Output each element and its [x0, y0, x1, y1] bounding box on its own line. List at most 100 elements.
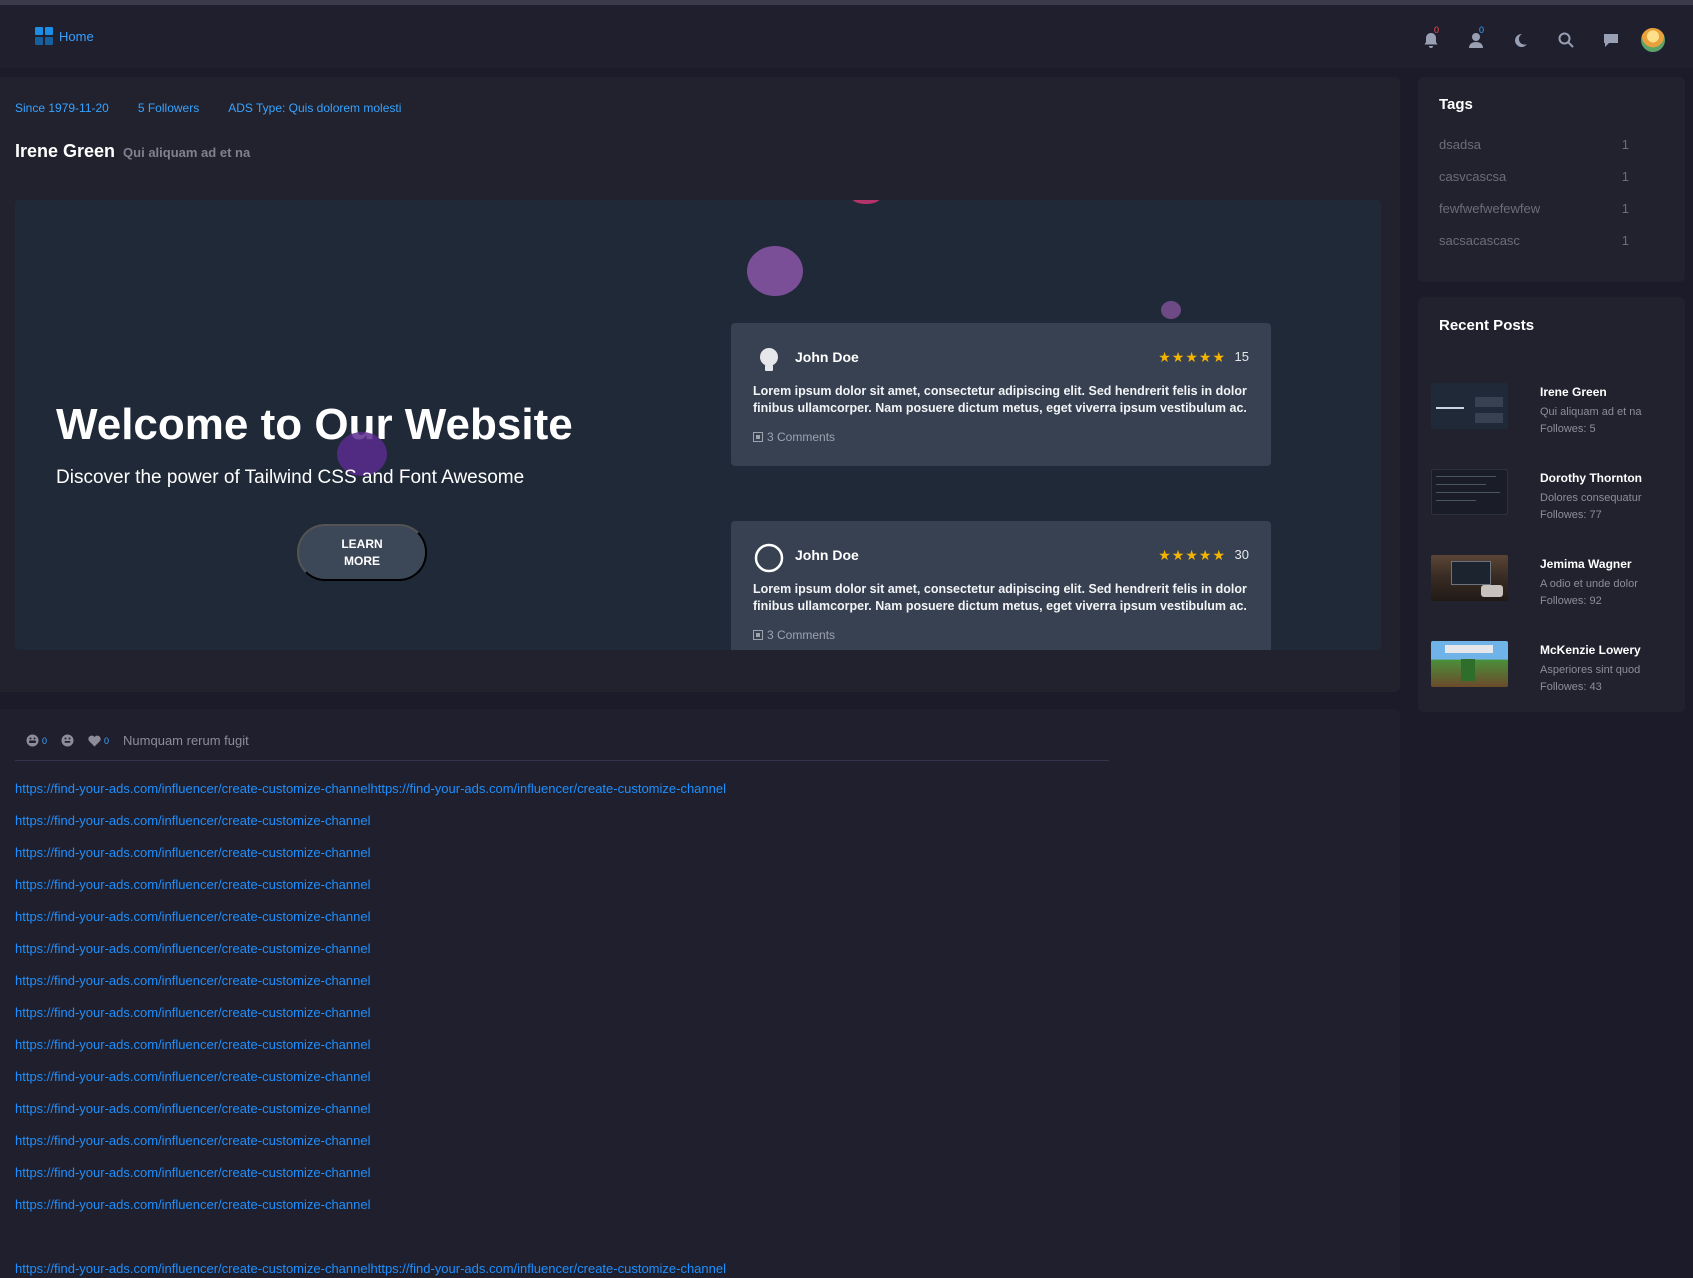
heart-count: 0	[104, 735, 110, 746]
tag-item[interactable]: fewfwefwefewfew 1	[1439, 201, 1629, 216]
content-card: 0 0 Numquam rerum fugit https://find-you…	[0, 709, 1400, 1278]
post-thumbnail	[1431, 383, 1508, 429]
tags-title: Tags	[1439, 96, 1473, 113]
tag-name: casvcascsa	[1439, 169, 1507, 184]
review-text: Lorem ipsum dolor sit amet, consectetur …	[753, 582, 1247, 613]
divider	[15, 760, 1109, 761]
channel-link[interactable]: https://find-your-ads.com/influencer/cre…	[15, 1189, 726, 1221]
profile-title: Irene Green Qui aliquam ad et na	[15, 141, 250, 162]
messages-button[interactable]	[1588, 25, 1633, 55]
smile-reaction-button[interactable]	[61, 734, 74, 747]
reaction-bar: 0 0 Numquam rerum fugit	[26, 733, 249, 748]
tags-panel: Tags dsadsa 1 casvcascsa 1 fewfwefwefewf…	[1418, 77, 1685, 282]
heart-reaction-button[interactable]: 0	[88, 735, 109, 747]
moon-icon	[1515, 33, 1527, 47]
post-thumbnail	[1431, 641, 1508, 687]
laugh-emoji-icon	[26, 734, 39, 747]
laugh-reaction-button[interactable]: 0	[26, 734, 47, 747]
rating-count: 30	[1234, 547, 1249, 562]
channel-link[interactable]: https://find-your-ads.com/influencer/cre…	[15, 1253, 726, 1278]
recent-posts-panel: Recent Posts Irene Green Qui aliquam ad …	[1418, 297, 1685, 712]
post-followers: Followes: 43	[1540, 681, 1602, 693]
tag-item[interactable]: dsadsa 1	[1439, 137, 1629, 152]
star-rating: ★★★★★	[1158, 547, 1226, 563]
tag-count: 1	[1621, 233, 1629, 248]
grid-icon	[35, 27, 53, 45]
channel-link[interactable]: https://find-your-ads.com/influencer/cre…	[15, 997, 726, 1029]
profile-meta: Since 1979-11-20 5 Followers ADS Type: Q…	[15, 101, 401, 115]
comments-link[interactable]: 3 Comments	[753, 628, 835, 642]
learn-more-button[interactable]: LEARN MORE	[297, 524, 427, 581]
lightbulb-icon	[760, 348, 778, 371]
tag-count: 1	[1621, 201, 1629, 216]
since-date[interactable]: Since 1979-11-20	[15, 101, 109, 115]
recent-post-item[interactable]: Jemima Wagner A odio et unde dolor Follo…	[1431, 555, 1676, 625]
tag-name: dsadsa	[1439, 137, 1481, 152]
channel-link[interactable]: https://find-your-ads.com/influencer/cre…	[15, 965, 726, 997]
post-followers: Followes: 92	[1540, 595, 1602, 607]
nav-actions: 0 0	[1408, 25, 1665, 55]
notifications-button[interactable]: 0	[1408, 25, 1453, 55]
home-label: Home	[59, 28, 94, 44]
hero-banner: Welcome to Our Website Discover the powe…	[15, 200, 1381, 650]
tag-item[interactable]: casvcascsa 1	[1439, 169, 1629, 184]
notifications-count: 0	[1434, 25, 1440, 35]
channel-link[interactable]: https://find-your-ads.com/influencer/cre…	[15, 1061, 726, 1093]
review-text: Lorem ipsum dolor sit amet, consectetur …	[753, 384, 1247, 415]
tag-name: fewfwefwefewfew	[1439, 201, 1541, 216]
channel-link[interactable]: https://find-your-ads.com/influencer/cre…	[15, 837, 726, 869]
followers-count[interactable]: 5 Followers	[138, 101, 199, 115]
tag-name: sacsacascasc	[1439, 233, 1520, 248]
ads-type[interactable]: ADS Type: Quis dolorem molesti	[228, 101, 401, 115]
comments-count: 3 Comments	[767, 430, 836, 444]
tag-count: 1	[1621, 169, 1629, 184]
tag-count: 1	[1621, 137, 1629, 152]
recent-post-item[interactable]: McKenzie Lowery Asperiores sint quod Fol…	[1431, 641, 1676, 711]
post-description: A odio et unde dolor	[1540, 578, 1638, 590]
decor-bubble	[747, 246, 803, 296]
decor-bubble	[851, 200, 881, 204]
channel-link[interactable]: https://find-your-ads.com/influencer/cre…	[15, 933, 726, 965]
post-description: Asperiores sint quod	[1540, 664, 1641, 676]
link-list: https://find-your-ads.com/influencer/cre…	[15, 773, 726, 1278]
post-followers: Followes: 5	[1540, 423, 1596, 435]
circle-icon	[754, 543, 784, 573]
channel-link[interactable]: https://find-your-ads.com/influencer/cre…	[15, 1157, 726, 1189]
recent-post-item[interactable]: Dorothy Thornton Dolores consequatur Fol…	[1431, 469, 1676, 539]
rating-count: 15	[1234, 349, 1249, 364]
hero-subtitle: Discover the power of Tailwind CSS and F…	[56, 467, 525, 488]
comments-count: 3 Comments	[767, 628, 836, 642]
post-followers: Followes: 77	[1540, 509, 1602, 521]
profile-subtitle: Qui aliquam ad et na	[123, 145, 251, 160]
user-avatar[interactable]	[1641, 28, 1665, 52]
profile-name: Irene Green	[15, 141, 116, 161]
recent-posts-title: Recent Posts	[1439, 317, 1535, 334]
home-link[interactable]: Home	[35, 27, 94, 45]
star-rating: ★★★★★	[1158, 349, 1226, 365]
recent-post-item[interactable]: Irene Green Qui aliquam ad et na Followe…	[1431, 383, 1676, 453]
channel-link[interactable]: https://find-your-ads.com/influencer/cre…	[15, 901, 726, 933]
chat-icon	[1603, 34, 1618, 47]
post-description: Dolores consequatur	[1540, 492, 1642, 504]
channel-link[interactable]: https://find-your-ads.com/influencer/cre…	[15, 773, 726, 805]
channel-link[interactable]: https://find-your-ads.com/influencer/cre…	[15, 1125, 726, 1157]
friends-count: 0	[1479, 25, 1485, 35]
tag-item[interactable]: sacsacascasc 1	[1439, 233, 1629, 248]
post-author: Dorothy Thornton	[1540, 471, 1642, 485]
post-description: Qui aliquam ad et na	[1540, 406, 1642, 418]
comments-link[interactable]: 3 Comments	[753, 430, 835, 444]
theme-toggle-button[interactable]	[1498, 25, 1543, 55]
post-thumbnail	[1431, 469, 1508, 515]
reviewer-name: John Doe	[795, 349, 859, 365]
search-button[interactable]	[1543, 25, 1588, 55]
channel-link[interactable]: https://find-your-ads.com/influencer/cre…	[15, 1093, 726, 1125]
profile-card: Since 1979-11-20 5 Followers ADS Type: Q…	[0, 77, 1400, 692]
friends-button[interactable]: 0	[1453, 25, 1498, 55]
channel-link[interactable]: https://find-your-ads.com/influencer/cre…	[15, 1029, 726, 1061]
laugh-count: 0	[42, 735, 48, 746]
channel-link[interactable]: https://find-your-ads.com/influencer/cre…	[15, 805, 726, 837]
smile-emoji-icon	[61, 734, 74, 747]
channel-link[interactable]: https://find-your-ads.com/influencer/cre…	[15, 869, 726, 901]
post-author: Jemima Wagner	[1540, 557, 1632, 571]
review-card: John Doe ★★★★★ 15 Lorem ipsum dolor sit …	[731, 323, 1271, 466]
